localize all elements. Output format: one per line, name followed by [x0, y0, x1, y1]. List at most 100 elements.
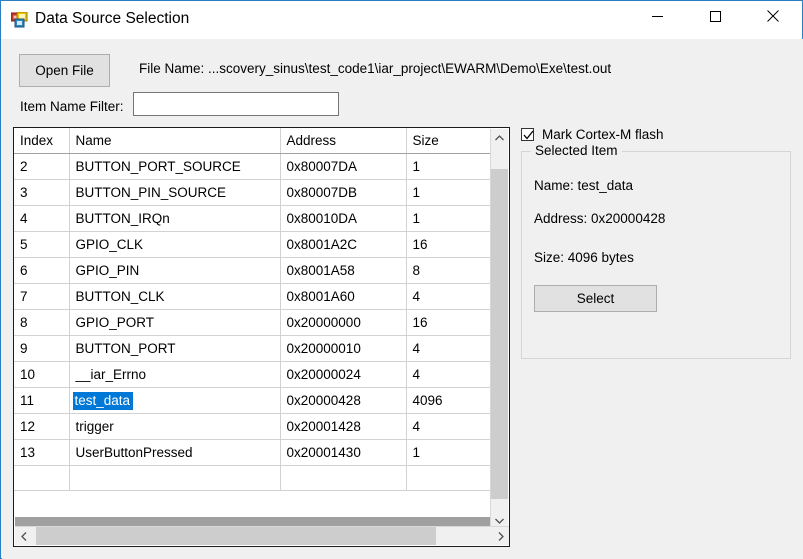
grid-vertical-scroll-thumb[interactable]: [491, 169, 508, 499]
cell-address: 0x80007DA: [280, 153, 407, 180]
scroll-up-icon[interactable]: [491, 129, 508, 146]
cell-address: 0x20000010: [280, 335, 407, 362]
data-source-selection-window: Data Source Selection Open File File Nam…: [0, 0, 803, 559]
close-button[interactable]: [750, 1, 796, 31]
table-row[interactable]: 13 UserButtonPressed 0x20001430 1: [14, 439, 492, 466]
cell-size: 1: [406, 439, 492, 466]
grid-horizontal-scrollbar[interactable]: [15, 526, 509, 545]
table-row[interactable]: [14, 465, 492, 491]
table-row[interactable]: 12 trigger 0x20001428 4: [14, 413, 492, 440]
client-area: Open File File Name: ...scovery_sinus\te…: [2, 39, 803, 559]
mark-cortex-m-flash-label: Mark Cortex-M flash: [542, 127, 664, 142]
cell-index: 2: [14, 153, 70, 180]
cell-name[interactable]: GPIO_PIN: [69, 257, 281, 284]
mark-cortex-m-flash-checkbox[interactable]: Mark Cortex-M flash: [521, 127, 664, 142]
file-name-label: File Name: ...scovery_sinus\test_code1\i…: [139, 61, 612, 76]
grid-viewport: Index Name Address Size 2 BUTTON_PORT_SOU…: [14, 128, 492, 528]
cell-name[interactable]: __iar_Errno: [69, 361, 281, 388]
cell-index: 11: [14, 387, 70, 414]
item-name-filter-input[interactable]: [133, 92, 339, 116]
cell-name[interactable]: BUTTON_PIN_SOURCE: [69, 179, 281, 206]
grid-horizontal-scroll-thumb[interactable]: [36, 527, 436, 545]
selected-cell-text: test_data: [72, 391, 134, 410]
window-title: Data Source Selection: [35, 10, 190, 27]
cell-size: 1: [406, 179, 492, 206]
column-header-name[interactable]: Name: [69, 128, 281, 154]
cell-index: 3: [14, 179, 70, 206]
selected-item-address: Address: 0x20000428: [534, 211, 666, 226]
cell-size: 4: [406, 283, 492, 310]
cell-index: 6: [14, 257, 70, 284]
table-row[interactable]: 5 GPIO_CLK 0x8001A2C 16: [14, 231, 492, 258]
cell-address: 0x20001428: [280, 413, 407, 440]
checkbox-box[interactable]: [521, 128, 534, 141]
cell-name[interactable]: test_data: [69, 387, 281, 414]
cell-name[interactable]: BUTTON_CLK: [69, 283, 281, 310]
table-row[interactable]: 10 __iar_Errno 0x20000024 4: [14, 361, 492, 388]
cell-address: 0x8001A60: [280, 283, 407, 310]
item-name-filter-label: Item Name Filter:: [20, 99, 124, 114]
table-row[interactable]: 8 GPIO_PORT 0x20000000 16: [14, 309, 492, 336]
column-header-index[interactable]: Index: [14, 128, 70, 154]
table-row[interactable]: 6 GPIO_PIN 0x8001A58 8: [14, 257, 492, 284]
column-header-size[interactable]: Size: [406, 128, 492, 154]
cell-name[interactable]: GPIO_PORT: [69, 309, 281, 336]
cell-size: [406, 465, 492, 491]
column-header-address[interactable]: Address: [280, 128, 407, 154]
cell-name[interactable]: BUTTON_PORT_SOURCE: [69, 153, 281, 180]
cell-index: 13: [14, 439, 70, 466]
cell-index: 10: [14, 361, 70, 388]
cell-address: 0x8001A2C: [280, 231, 407, 258]
cell-address: 0x20000428: [280, 387, 407, 414]
cell-index: 5: [14, 231, 70, 258]
table-row[interactable]: 4 BUTTON_IRQn 0x80010DA 1: [14, 205, 492, 232]
cell-address: 0x80010DA: [280, 205, 407, 232]
scroll-left-icon[interactable]: [15, 527, 32, 545]
minimize-button[interactable]: [634, 1, 680, 31]
cell-name[interactable]: BUTTON_PORT: [69, 335, 281, 362]
selected-item-groupbox: Selected Item Name: test_data Address: 0…: [521, 143, 791, 359]
cell-size: 4: [406, 413, 492, 440]
maximize-button[interactable]: [692, 1, 738, 31]
cell-name[interactable]: BUTTON_IRQn: [69, 205, 281, 232]
cell-index: [14, 465, 70, 491]
cell-name[interactable]: UserButtonPressed: [69, 439, 281, 466]
table-row[interactable]: 2 BUTTON_PORT_SOURCE 0x80007DA 1: [14, 153, 492, 180]
selected-item-size: Size: 4096 bytes: [534, 250, 634, 265]
table-row[interactable]: 9 BUTTON_PORT 0x20000010 4: [14, 335, 492, 362]
scroll-right-icon[interactable]: [492, 527, 509, 545]
table-row[interactable]: 7 BUTTON_CLK 0x8001A60 4: [14, 283, 492, 310]
table-header-row: Index Name Address Size: [14, 128, 492, 154]
select-button[interactable]: Select: [534, 285, 657, 312]
table-row[interactable]: 3 BUTTON_PIN_SOURCE 0x80007DB 1: [14, 179, 492, 206]
cell-address: 0x20000024: [280, 361, 407, 388]
cell-size: 1: [406, 205, 492, 232]
grid-vertical-scrollbar[interactable]: [490, 129, 508, 529]
cell-index: 7: [14, 283, 70, 310]
cell-size: 4: [406, 335, 492, 362]
table-row[interactable]: 11 test_data 0x20000428 4096: [14, 387, 492, 414]
items-grid[interactable]: Index Name Address Size 2 BUTTON_PORT_SOU…: [13, 127, 510, 547]
cell-size: 4: [406, 361, 492, 388]
selected-item-group-title: Selected Item: [531, 143, 622, 158]
cell-index: 8: [14, 309, 70, 336]
cell-size: 4096: [406, 387, 492, 414]
cell-size: 8: [406, 257, 492, 284]
cell-size: 16: [406, 309, 492, 336]
table-body: 2 BUTTON_PORT_SOURCE 0x80007DA 1 3 BUTTON_PIN…: [14, 153, 492, 491]
checkmark-icon: [523, 130, 534, 140]
items-table: Index Name Address Size 2 BUTTON_PORT_SOU…: [14, 128, 492, 491]
cell-name[interactable]: [69, 465, 281, 491]
cell-name[interactable]: trigger: [69, 413, 281, 440]
cell-size: 16: [406, 231, 492, 258]
cell-address: 0x20001430: [280, 439, 407, 466]
cell-address: 0x8001A58: [280, 257, 407, 284]
cell-name[interactable]: GPIO_CLK: [69, 231, 281, 258]
cell-index: 4: [14, 205, 70, 232]
cell-index: 12: [14, 413, 70, 440]
cell-address: [280, 465, 407, 491]
cell-size: 1: [406, 153, 492, 180]
cell-index: 9: [14, 335, 70, 362]
cell-address: 0x20000000: [280, 309, 407, 336]
open-file-button[interactable]: Open File: [19, 54, 110, 87]
